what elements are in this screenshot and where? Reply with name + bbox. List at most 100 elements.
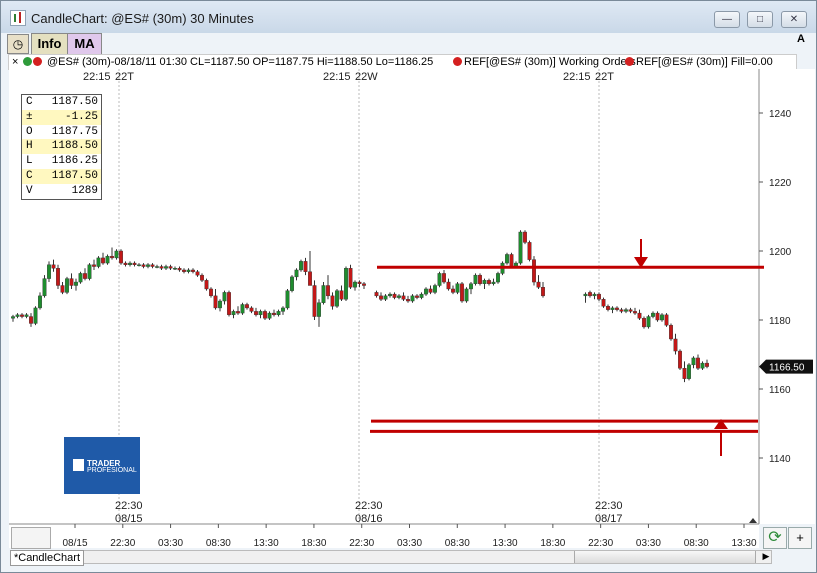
session-bottom-date: 08/16 <box>355 513 383 525</box>
time-tick-label: 13:30 <box>731 538 756 549</box>
candle-body <box>38 295 42 309</box>
time-tick-label: 13:30 <box>493 538 518 549</box>
candle-body <box>330 295 335 307</box>
candle-body <box>303 261 308 272</box>
candle-body <box>673 338 678 352</box>
candle-body <box>348 268 353 288</box>
session-bottom-time: 22:30 <box>595 500 623 512</box>
candle-body <box>92 264 96 267</box>
chart-window: CandleChart: @ES# (30m) 30 Minutes — □ ✕… <box>0 0 817 573</box>
candle-body <box>509 254 514 267</box>
candle-body <box>437 273 442 286</box>
candle-body <box>204 280 209 290</box>
status-box <box>11 527 51 549</box>
candle-body <box>392 293 397 298</box>
candle-body <box>374 292 379 297</box>
add-chart-button[interactable]: + <box>788 527 812 549</box>
candle-body <box>696 357 700 369</box>
session-bottom-date: 08/15 <box>115 513 143 525</box>
time-tick-label: 08:30 <box>445 538 470 549</box>
ohlc-label: C <box>26 169 33 182</box>
candle-body <box>424 288 428 295</box>
candle-body <box>601 299 606 307</box>
candle-body <box>240 304 245 314</box>
candle-body <box>218 300 222 309</box>
candle-body <box>29 316 33 324</box>
session-bottom-time: 22:30 <box>115 500 143 512</box>
candle-body <box>401 295 406 300</box>
candle-body <box>628 309 633 312</box>
candle-body <box>597 293 601 300</box>
candle-body <box>222 292 227 302</box>
candle-body <box>110 255 114 259</box>
candle-body <box>114 250 119 259</box>
candle-body <box>482 280 487 284</box>
candle-body <box>105 255 110 264</box>
time-tick-label: 22:30 <box>349 538 374 549</box>
ohlc-row: C 1187.50 <box>22 168 101 184</box>
candle-body <box>682 368 687 379</box>
candle-body <box>173 268 177 270</box>
candle-body <box>294 269 299 278</box>
candle-body <box>159 266 164 269</box>
ohlc-value: 1187.50 <box>51 96 98 108</box>
candle-body <box>290 276 294 291</box>
candle-body <box>267 312 272 319</box>
price-tick-label: 1240 <box>769 109 792 120</box>
candle-body <box>209 288 213 297</box>
ohlc-row: C 1187.50 <box>22 95 101 110</box>
candle-body <box>353 281 357 288</box>
candle-body <box>335 290 339 307</box>
session-bottom-date: 08/17 <box>595 513 623 525</box>
scroll-right-icon[interactable]: ▶ <box>761 550 771 562</box>
price-tick-label: 1220 <box>769 178 792 189</box>
horizontal-scrollbar[interactable] <box>13 550 772 564</box>
candle-body <box>687 364 691 379</box>
time-tick-label: 03:30 <box>397 538 422 549</box>
trader-profesional-logo: TRADER PROFESIONAL <box>64 437 140 494</box>
candle-body <box>642 318 646 328</box>
session-bottom-time: 22:30 <box>355 500 383 512</box>
session-top-day: 22W <box>355 71 378 83</box>
candle-body <box>78 273 83 283</box>
candle-body <box>428 288 433 293</box>
current-price-label: 1166.50 <box>769 363 805 374</box>
candle-body <box>633 311 637 314</box>
candle-body <box>523 231 527 243</box>
ohlc-value: 1289 <box>71 184 98 197</box>
candle-body <box>33 307 38 324</box>
session-top-day: 22T <box>595 71 614 83</box>
time-tick-label: 03:30 <box>158 538 183 549</box>
candle-body <box>406 299 410 302</box>
candle-body <box>312 285 317 317</box>
scrollbar-thumb[interactable] <box>574 551 756 563</box>
time-tick-label: 18:30 <box>540 538 565 549</box>
candle-body <box>397 295 401 298</box>
ohlc-value: 1186.25 <box>51 155 98 168</box>
candle-body <box>505 254 509 264</box>
ohlc-value: 1187.75 <box>51 125 98 138</box>
tab-candlechart[interactable]: *CandleChart <box>10 550 84 566</box>
candle-body <box>146 264 150 267</box>
time-tick-label: 03:30 <box>636 538 661 549</box>
candle-body <box>664 314 669 326</box>
candle-body <box>678 350 682 369</box>
time-tick-label: 08:30 <box>684 538 709 549</box>
candle-body <box>379 295 383 300</box>
candle-body <box>478 274 482 284</box>
candle-body <box>410 295 415 302</box>
candle-body <box>669 324 673 340</box>
candle-body <box>51 264 56 269</box>
candle-body <box>182 269 186 272</box>
candle-body <box>164 266 168 269</box>
candle-body <box>464 288 469 302</box>
refresh-icon[interactable]: ⟳ <box>763 527 787 549</box>
ohlc-value: 1188.50 <box>51 140 98 153</box>
candle-body <box>195 271 200 276</box>
candle-body <box>96 257 101 267</box>
candle-body <box>87 264 92 279</box>
candle-body <box>415 295 419 298</box>
candle-body <box>236 311 240 314</box>
candle-body <box>186 269 191 272</box>
candle-body <box>691 357 696 366</box>
